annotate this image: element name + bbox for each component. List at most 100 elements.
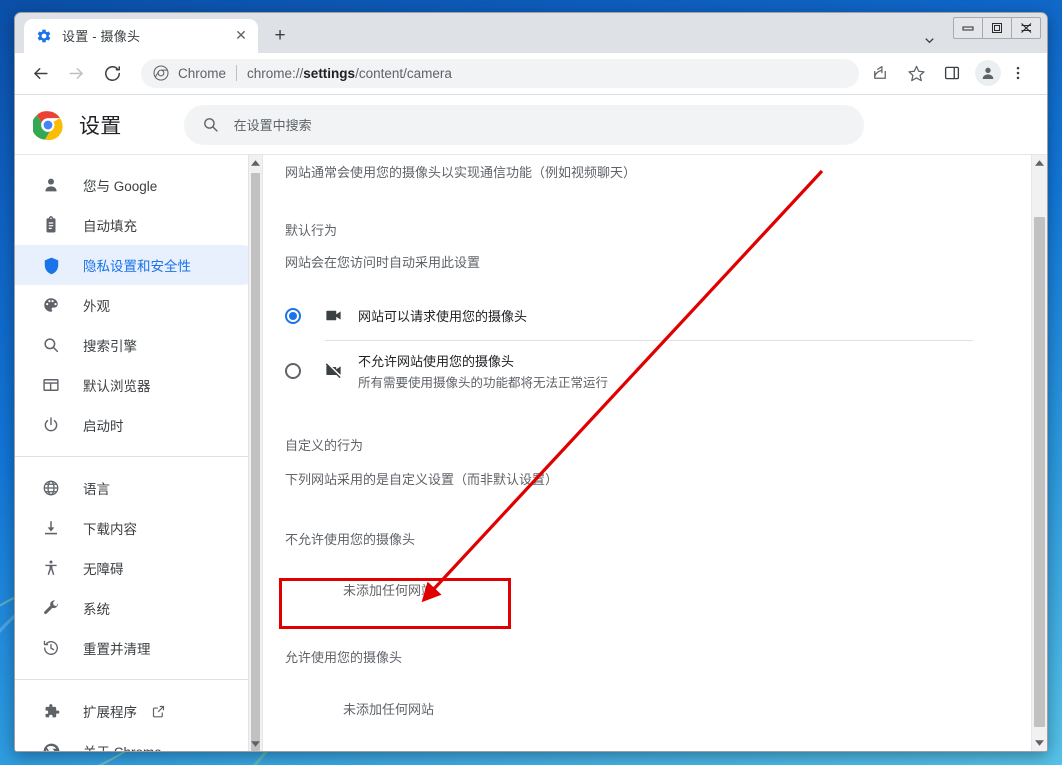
back-button[interactable] xyxy=(25,58,55,88)
radio-button-ask[interactable] xyxy=(285,307,301,324)
side-panel-icon[interactable] xyxy=(937,58,967,88)
shield-icon xyxy=(41,255,61,275)
sidebar-item-privacy-and-security[interactable]: 隐私设置和安全性 xyxy=(15,245,262,286)
annotation-highlight-box xyxy=(279,578,511,629)
sidebar-item-label: 您与 Google xyxy=(83,179,158,195)
sidebar-item-default-browser[interactable]: 默认浏览器 xyxy=(15,365,262,405)
sidebar-item-you-and-google[interactable]: 您与 Google xyxy=(15,165,262,205)
allowed-sites-empty: 未添加任何网站 xyxy=(343,701,435,717)
browser-tab[interactable]: 设置 - 摄像头 ✕ xyxy=(24,18,258,53)
chrome-icon xyxy=(153,65,169,81)
sidebar-item-label: 隐私设置和安全性 xyxy=(83,259,191,275)
gear-icon xyxy=(36,28,52,44)
close-button[interactable] xyxy=(1011,17,1041,39)
camera-option-ask-title: 网站可以请求使用您的摄像头 xyxy=(358,308,528,324)
forward-button[interactable] xyxy=(61,58,91,88)
camera-option-ask-text: 网站可以请求使用您的摄像头 xyxy=(358,306,527,326)
sidebar-divider xyxy=(15,679,262,681)
sidebar-item-label: 外观 xyxy=(83,299,110,315)
settings-search-input[interactable]: 在设置中搜索 xyxy=(183,104,864,145)
sidebar-item-extensions[interactable]: 扩展程序 xyxy=(15,691,262,731)
search-icon xyxy=(202,116,220,134)
camera-option-block-subtitle: 所有需要使用摄像头的功能都将无法正常运行 xyxy=(358,375,609,390)
page-title: 设置 xyxy=(79,114,122,138)
sidebar-scrollbar[interactable] xyxy=(248,155,262,751)
sidebar-item-about-chrome[interactable]: 关于 Chrome xyxy=(15,731,262,751)
radio-button-block[interactable] xyxy=(285,362,301,379)
camera-intro-text: 网站通常会使用您的摄像头以实现通信功能（例如视频聊天） xyxy=(285,165,637,181)
chrome-outline-icon xyxy=(41,741,61,751)
sidebar-item-downloads[interactable]: 下载内容 xyxy=(15,508,262,548)
browser-menu-button[interactable] xyxy=(1003,58,1033,88)
sidebar-scroll-up-icon[interactable] xyxy=(249,155,262,170)
camera-option-block-title: 不允许网站使用您的摄像头 xyxy=(358,353,515,369)
settings-content-pane: 网站通常会使用您的摄像头以实现通信功能（例如视频聊天） 默认行为 网站会在您访问… xyxy=(262,155,1047,751)
browser-window: 设置 - 摄像头 ✕ + Chrome chrome://settings/co… xyxy=(14,12,1048,752)
content-scroll-up-icon[interactable] xyxy=(1032,155,1047,171)
omnibox-chrome-label: Chrome xyxy=(178,65,227,81)
sidebar-item-autofill[interactable]: 自动填充 xyxy=(15,205,262,245)
sidebar-item-reset-and-cleanup[interactable]: 重置并清理 xyxy=(15,628,262,668)
search-icon xyxy=(41,335,61,355)
sidebar-item-search-engine[interactable]: 搜索引擎 xyxy=(15,325,262,365)
tab-strip: 设置 - 摄像头 ✕ + xyxy=(15,13,1047,53)
chevron-down-icon[interactable] xyxy=(915,27,943,55)
camera-on-icon xyxy=(324,306,344,326)
camera-settings-column: 网站通常会使用您的摄像头以实现通信功能（例如视频聊天） 默认行为 网站会在您访问… xyxy=(285,155,973,717)
sidebar-item-label: 扩展程序 xyxy=(83,705,137,721)
close-icon[interactable]: ✕ xyxy=(232,27,250,45)
history-restore-icon xyxy=(41,638,61,658)
accessibility-icon xyxy=(41,558,61,578)
reload-button[interactable] xyxy=(97,58,127,88)
sidebar-scrollbar-thumb[interactable] xyxy=(251,173,260,751)
sidebar-item-label: 系统 xyxy=(83,602,110,618)
window-controls xyxy=(953,17,1041,39)
default-behavior-heading: 默认行为 xyxy=(285,223,338,239)
browser-toolbar: Chrome chrome://settings/content/camera xyxy=(15,52,1047,96)
share-icon[interactable] xyxy=(865,58,895,88)
tab-title: 设置 - 摄像头 xyxy=(62,29,141,45)
settings-body: 您与 Google 自动填充 隐私设置和安全性 外观 搜索引擎 默认浏览器 启动… xyxy=(15,154,1047,751)
sidebar-item-label: 自动填充 xyxy=(83,219,137,235)
sidebar-item-languages[interactable]: 语言 xyxy=(15,468,262,508)
content-scrollbar-thumb[interactable] xyxy=(1034,217,1045,728)
omnibox-separator xyxy=(236,65,238,82)
wrench-icon xyxy=(41,598,61,618)
sidebar-item-label: 启动时 xyxy=(83,419,124,435)
sidebar-item-label: 下载内容 xyxy=(83,522,137,538)
sidebar-item-on-startup[interactable]: 启动时 xyxy=(15,405,262,445)
download-icon xyxy=(41,518,61,538)
person-icon xyxy=(41,175,61,195)
custom-behavior-description: 下列网站采用的是自定义设置（而非默认设置） xyxy=(285,471,559,487)
content-scrollbar[interactable] xyxy=(1031,155,1047,751)
palette-icon xyxy=(41,295,61,315)
content-scroll-down-icon[interactable] xyxy=(1032,735,1047,751)
camera-option-block[interactable]: 不允许网站使用您的摄像头 所有需要使用摄像头的功能都将无法正常运行 xyxy=(285,347,973,395)
sidebar-divider xyxy=(15,456,262,458)
star-icon[interactable] xyxy=(901,58,931,88)
toolbar-right-actions xyxy=(865,58,1039,88)
camera-option-ask[interactable]: 网站可以请求使用您的摄像头 xyxy=(285,292,973,340)
power-icon xyxy=(41,415,61,435)
settings-sidebar: 您与 Google 自动填充 隐私设置和安全性 外观 搜索引擎 默认浏览器 启动… xyxy=(15,155,262,751)
address-bar[interactable]: Chrome chrome://settings/content/camera xyxy=(141,58,859,88)
sidebar-scroll-down-icon[interactable] xyxy=(249,736,262,751)
chrome-logo xyxy=(31,110,63,140)
sidebar-item-appearance[interactable]: 外观 xyxy=(15,285,262,325)
sidebar-item-accessibility[interactable]: 无障碍 xyxy=(15,548,262,588)
sidebar-item-label: 无障碍 xyxy=(83,562,124,578)
new-tab-button[interactable]: + xyxy=(266,22,294,50)
omnibox-url: chrome://settings/content/camera xyxy=(247,65,452,81)
minimize-button[interactable] xyxy=(953,17,983,39)
sidebar-item-system[interactable]: 系统 xyxy=(15,588,262,628)
camera-off-icon xyxy=(324,361,344,381)
custom-behavior-heading: 自定义的行为 xyxy=(285,437,364,453)
puzzle-icon xyxy=(41,701,61,721)
camera-settings-section: 网站通常会使用您的摄像头以实现通信功能（例如视频聊天） 默认行为 网站会在您访问… xyxy=(263,155,1047,751)
settings-header: 设置 在设置中搜索 xyxy=(15,95,1047,155)
maximize-button[interactable] xyxy=(982,17,1012,39)
profile-avatar[interactable] xyxy=(975,60,1001,87)
external-link-icon xyxy=(151,704,166,719)
sidebar-item-label: 搜索引擎 xyxy=(83,339,137,355)
browser-window-icon xyxy=(41,375,61,395)
